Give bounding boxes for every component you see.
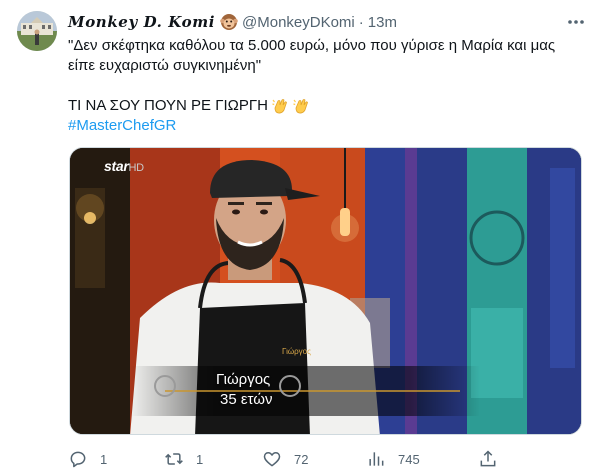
channel-logo-suffix: HD	[128, 162, 144, 174]
like-button[interactable]: 72	[262, 449, 308, 469]
profile-avatar[interactable]	[17, 11, 57, 51]
tweet-text-line-2: είπε ευχαριστώ συγκινημένη"	[68, 57, 262, 74]
display-name[interactable]: Monkey D. Komi	[68, 13, 215, 31]
shout-text: ΤΙ ΝΑ ΣΟΥ ΠΟΥΝ ΡΕ ΓΙΩΡΓΗ	[68, 97, 268, 114]
action-bar: 1 1 72 745	[68, 449, 548, 469]
tweet-text-line-1: "Δεν σκέφτηκα καθόλου τα 5.000 ευρώ, μόν…	[68, 37, 556, 54]
separator-dot: ·	[358, 13, 364, 31]
share-icon	[480, 450, 496, 467]
reply-button[interactable]: 1	[68, 449, 107, 469]
retweet-icon	[165, 453, 183, 465]
monkey-face-emoji-icon	[220, 13, 238, 31]
retweet-button[interactable]: 1	[164, 449, 203, 469]
caption-name: Γιώργος	[216, 371, 271, 388]
apron-name-label: Γιώργος	[282, 347, 311, 356]
clapping-hands-icon	[271, 97, 289, 115]
channel-logo: starHD	[104, 158, 144, 174]
retweet-count: 1	[196, 451, 204, 467]
views-button[interactable]: 745	[366, 449, 420, 469]
more-options-icon[interactable]	[566, 12, 586, 32]
timestamp[interactable]: 13m	[368, 14, 397, 31]
views-chart-icon	[369, 452, 384, 466]
caption-age: 35 ετών	[220, 391, 273, 408]
reply-count: 1	[100, 451, 108, 467]
heart-icon	[263, 452, 281, 467]
tweet-text: "Δεν σκέφτηκα καθόλου τα 5.000 ευρώ, μόν…	[68, 36, 588, 136]
channel-logo-text: star	[104, 158, 129, 174]
tweet-media-image[interactable]: starHD Γιώργος Γιώργος 35 ετών	[69, 147, 582, 435]
tweet-text-line-3: ΤΙ ΝΑ ΣΟΥ ΠΟΥΝ ΡΕ ΓΙΩΡΓΗ	[68, 96, 588, 116]
tweet-header: Monkey D. Komi @MonkeyDKomi · 13m	[68, 12, 397, 32]
views-count: 745	[398, 451, 420, 467]
like-count: 72	[294, 451, 309, 467]
share-button[interactable]	[478, 449, 498, 469]
user-handle[interactable]: @MonkeyDKomi	[242, 14, 355, 31]
hashtag-link[interactable]: #MasterChefGR	[68, 117, 176, 134]
tweet-card: Monkey D. Komi @MonkeyDKomi · 13m "Δεν σ…	[0, 0, 616, 474]
clapping-hands-icon	[292, 97, 310, 115]
reply-icon	[70, 451, 86, 468]
